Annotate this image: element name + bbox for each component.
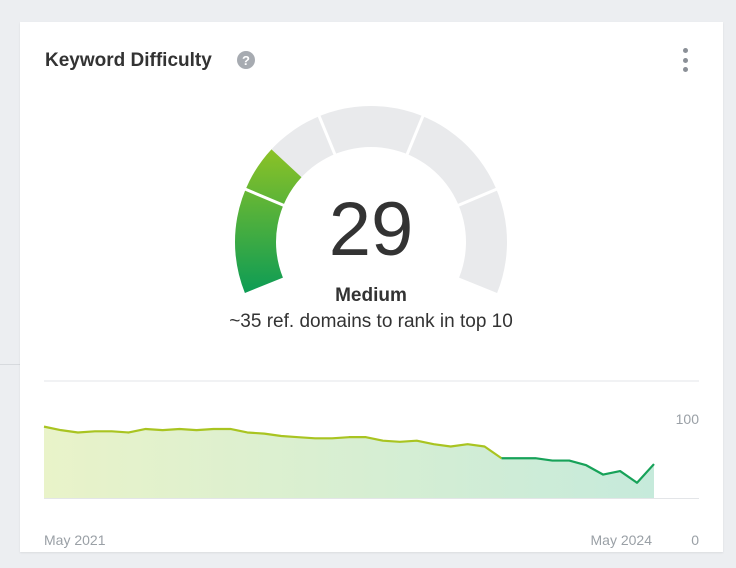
x-tick-label: May 2021 <box>44 532 106 548</box>
y-tick-label: 0 <box>691 532 699 548</box>
background-divider <box>0 364 20 365</box>
difficulty-description: ~35 ref. domains to rank in top 10 <box>229 311 513 332</box>
difficulty-history-chart: 100 0 May 2021 May 2024 <box>43 380 700 548</box>
difficulty-level: Medium <box>335 285 407 306</box>
keyword-difficulty-card: Keyword Difficulty ? 29 Medium ~35 ref. … <box>20 22 723 552</box>
x-tick-label: May 2024 <box>591 532 653 548</box>
difficulty-score: 29 <box>328 187 414 272</box>
y-tick-label: 100 <box>676 411 700 427</box>
